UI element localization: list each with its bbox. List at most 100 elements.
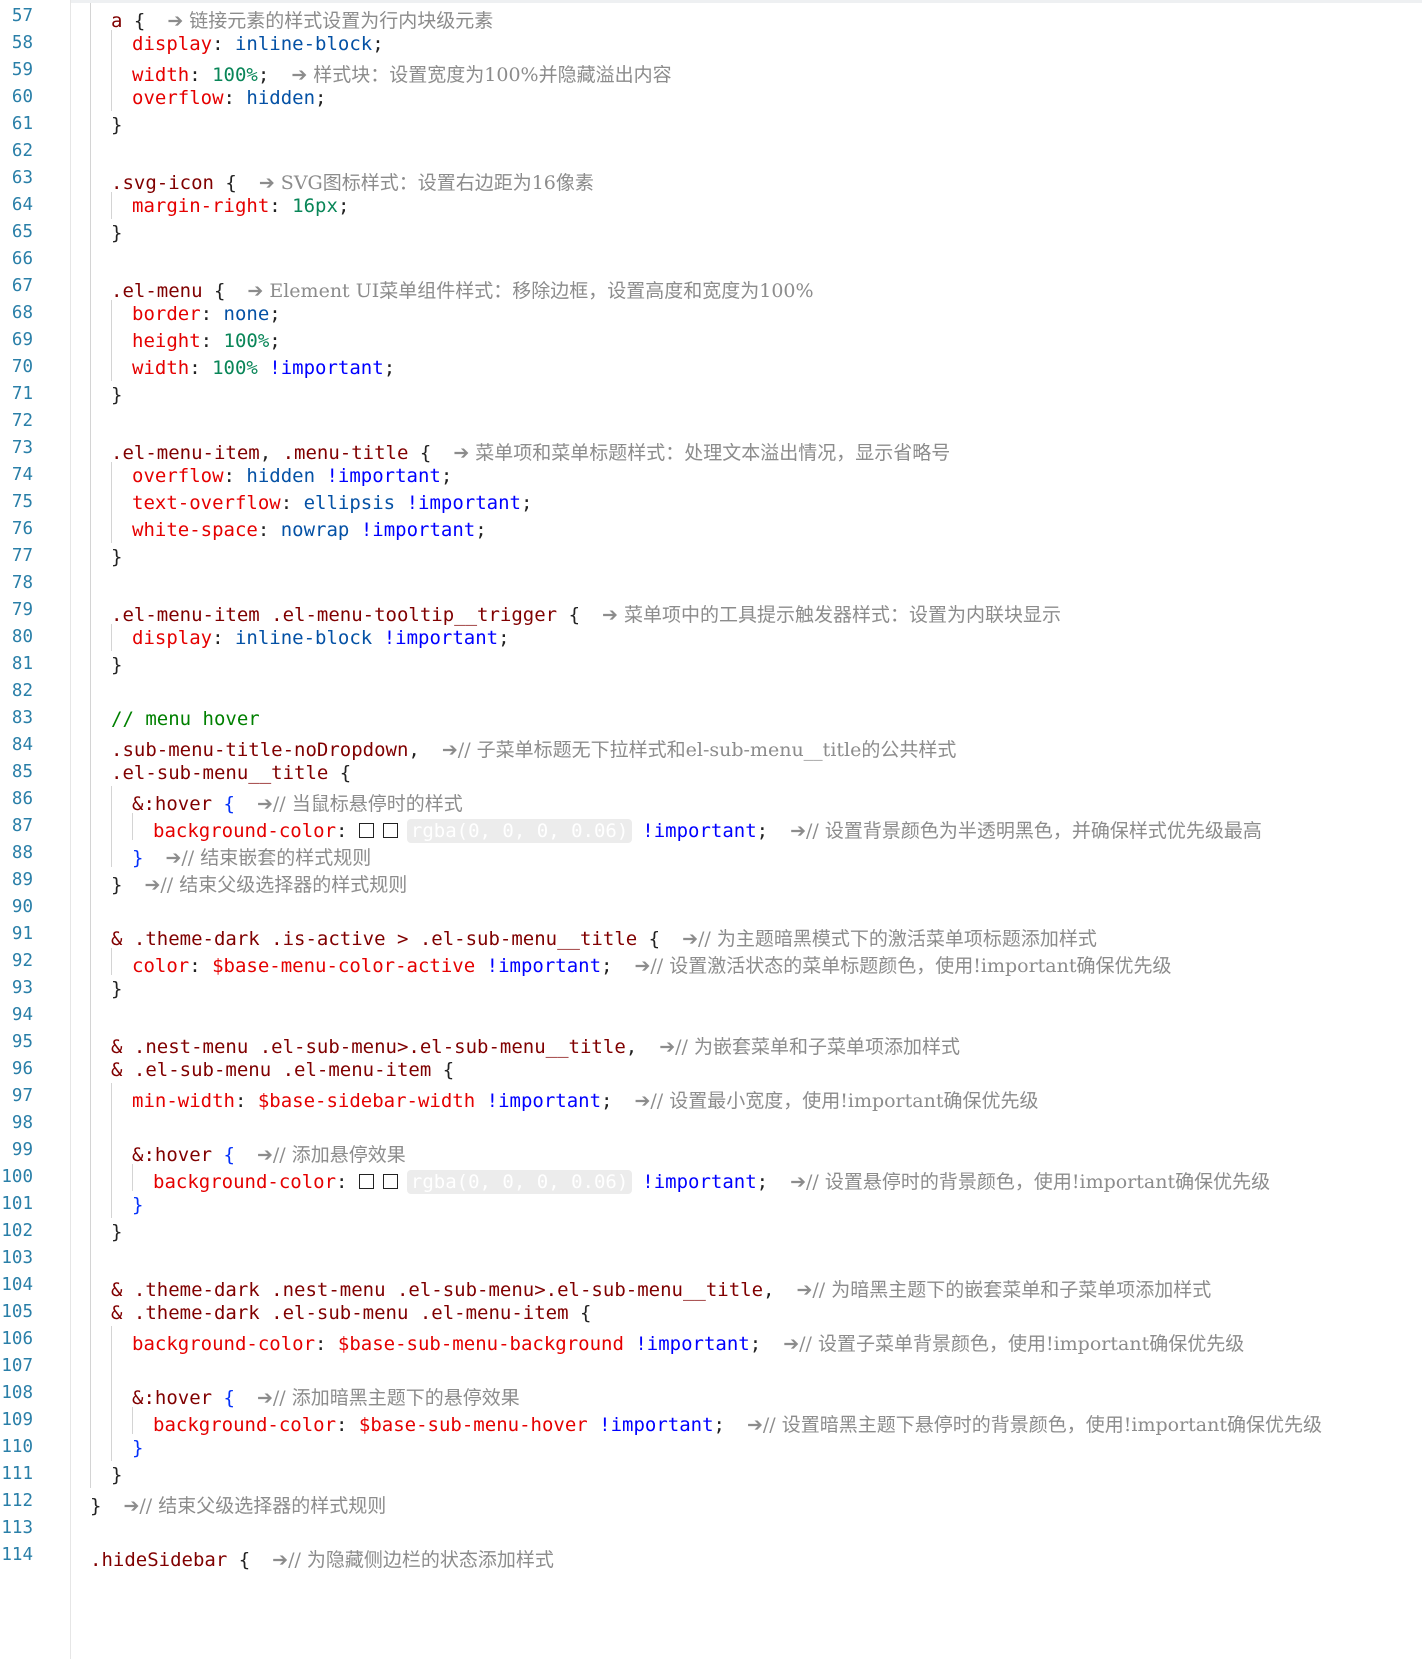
code-token: ; [601,1090,613,1112]
code-line[interactable]: 109 background-color: $base-sub-menu-hove… [0,1407,1422,1436]
code-line[interactable]: 96 & .el-sub-menu .el-menu-item { [0,1056,1422,1084]
code-line[interactable]: 108 &:hover {➔// 添加暗黑主题下的悬停效果 [0,1380,1422,1409]
code-token: } [111,114,123,136]
code-token: } [111,546,123,568]
line-number: 61 [11,114,33,134]
code-line[interactable]: 70 width: 100% !important; [0,354,1422,382]
code-line[interactable]: 82 [0,678,1422,706]
code-line[interactable]: 71} [0,381,1422,409]
code-line[interactable]: 91 & .theme-dark .is-active > .el-sub-men… [0,921,1422,950]
code-line[interactable]: 60 overflow: hidden; [0,84,1422,112]
code-line[interactable]: 83 // menu hover [0,705,1422,733]
line-number: 57 [11,6,33,26]
code-line[interactable]: 87 background-color: rgba(0, 0, 0, 0.06)!… [0,813,1422,843]
code-token: : [189,357,213,379]
code-text: white-space: nowrap !important; [132,519,487,541]
code-line[interactable]: 89} ➔// 结束父级选择器的样式规则 [0,867,1422,896]
code-line[interactable]: 97 min-width: $base-sidebar-width !import… [0,1083,1422,1112]
code-line[interactable]: 105 & .theme-dark .el-sub-menu .el-menu-i… [0,1299,1422,1327]
code-line[interactable]: 112} ➔// 结束父级选择器的样式规则 [0,1488,1422,1517]
code-line[interactable]: 111} [0,1461,1422,1489]
code-line[interactable]: 92 color: $base-menu-color-active !import… [0,948,1422,977]
code-line[interactable]: 95 & .nest-menu .el-sub-menu>.el-sub-menu… [0,1029,1422,1058]
code-line[interactable]: 78 [0,570,1422,598]
code-token: , [625,1036,638,1058]
code-line[interactable]: 80 display: inline-block !important; [0,624,1422,652]
inline-annotation: ➔ 菜单项中的工具提示触发器样式：设置为内联块显示 [602,604,1061,626]
code-line[interactable]: 79 .el-menu-item .el-menu-tooltip__trigge… [0,597,1422,627]
code-line[interactable]: 103 [0,1245,1422,1273]
code-line[interactable]: 114 .hideSidebar {➔// 为隐藏侧边栏的状态添加样式 [0,1542,1422,1571]
code-line[interactable]: 93} [0,975,1422,1003]
code-line[interactable]: 74 overflow: hidden !important; [0,462,1422,490]
code-line[interactable]: 98 [0,1110,1422,1138]
code-line[interactable]: 90 [0,894,1422,922]
color-swatch-icon[interactable] [358,823,374,838]
code-line[interactable]: 88} ➔// 结束嵌套的样式规则 [0,840,1422,869]
code-token: ; [520,492,533,514]
code-token: $base-sub-menu-background [337,1333,636,1355]
inline-annotation: ➔// 为暗黑主题下的嵌套菜单和子菜单项添加样式 [796,1279,1212,1301]
code-line[interactable]: 75 text-overflow: ellipsis !important; [0,489,1422,517]
code-token: .menu-title [282,442,420,464]
code-line[interactable]: 72 [0,408,1422,436]
code-line[interactable]: 68 border: none; [0,300,1422,328]
code-line[interactable]: 113 [0,1515,1422,1543]
color-swatch-icon[interactable] [382,1174,398,1189]
code-token: { [339,762,352,784]
inline-annotation: ➔// 为嵌套菜单和子菜单项添加样式 [659,1036,960,1058]
inline-annotation: ➔// 设置悬停时的背景颜色，使用!important确保优先级 [790,1171,1271,1193]
code-token: .el-menu [111,280,214,302]
code-line[interactable]: 100 background-color: rgba(0, 0, 0, 0.06)… [0,1164,1422,1194]
code-line[interactable]: 65} [0,219,1422,247]
line-number: 83 [11,708,33,728]
code-line[interactable]: 59 width: 100%; ➔ 样式块：设置宽度为100%并隐藏溢出内容 [0,57,1422,86]
code-line[interactable]: 61} [0,111,1422,139]
code-text: overflow: hidden; [132,87,327,109]
code-token: height [132,330,201,352]
inline-annotation: ➔ 菜单项和菜单标题样式：处理文本溢出情况，显示省略号 [453,442,951,464]
line-number: 87 [11,816,33,836]
code-line[interactable]: 81} [0,651,1422,679]
code-line[interactable]: 62 [0,138,1422,166]
code-text: } [111,384,122,406]
code-line[interactable]: 94 [0,1002,1422,1030]
code-line[interactable]: 64 margin-right: 16px; [0,192,1422,220]
code-token: // menu hover [111,708,260,730]
color-swatch-icon[interactable] [358,1174,374,1189]
code-line[interactable]: 57 a {➔ 链接元素的样式设置为行内块级元素 [0,3,1422,32]
line-number: 97 [11,1086,33,1106]
line-number: 103 [1,1248,33,1268]
code-line[interactable]: 86 &:hover {➔// 当鼠标悬停时的样式 [0,786,1422,815]
code-line[interactable]: 69 height: 100%; [0,327,1422,355]
code-line[interactable]: 84 .sub-menu-title-noDropdown, ➔// 子菜单标题无下… [0,732,1422,761]
code-line[interactable]: 63 .svg-icon {➔ SVG图标样式：设置右边距为16像素 [0,165,1422,194]
color-swatch-icon[interactable] [382,823,398,838]
code-line[interactable]: 102} [0,1218,1422,1246]
code-editor[interactable]: 57 a {➔ 链接元素的样式设置为行内块级元素 58 display: inline… [0,0,1422,1659]
code-line[interactable]: 85 .el-sub-menu__title { [0,759,1422,787]
code-line[interactable]: 58 display: inline-block; [0,30,1422,58]
code-text: } [132,1437,143,1459]
code-token: display [132,627,213,649]
code-token: : [336,1171,359,1193]
line-number: 93 [11,978,33,998]
code-line[interactable]: 106 background-color: $base-sub-menu-back… [0,1326,1422,1355]
code-line[interactable]: 99 &:hover {➔// 添加悬停效果 [0,1137,1422,1166]
code-line[interactable]: 110} [0,1434,1422,1462]
code-line[interactable]: 73 .el-menu-item, .menu-title {➔ 菜单项和菜单标题… [0,435,1422,464]
line-number: 89 [11,870,33,890]
code-line[interactable]: 107 [0,1353,1422,1381]
code-line[interactable]: 77} [0,543,1422,571]
code-line[interactable]: 76 white-space: nowrap !important; [0,516,1422,544]
code-line[interactable]: 67 .el-menu {➔ Element UI菜单组件样式：移除边框，设置高度… [0,273,1422,302]
code-line[interactable]: 66 [0,246,1422,274]
code-token: : [257,519,281,541]
code-token: inline-block [234,627,384,649]
code-token: background-color [153,1171,337,1193]
line-number: 95 [11,1032,33,1052]
code-line[interactable]: 104 & .theme-dark .nest-menu .el-sub-menu… [0,1272,1422,1301]
line-number: 62 [11,141,33,161]
code-text: .el-menu-item .el-menu-tooltip__trigger … [111,600,1061,627]
code-line[interactable]: 101} [0,1191,1422,1219]
